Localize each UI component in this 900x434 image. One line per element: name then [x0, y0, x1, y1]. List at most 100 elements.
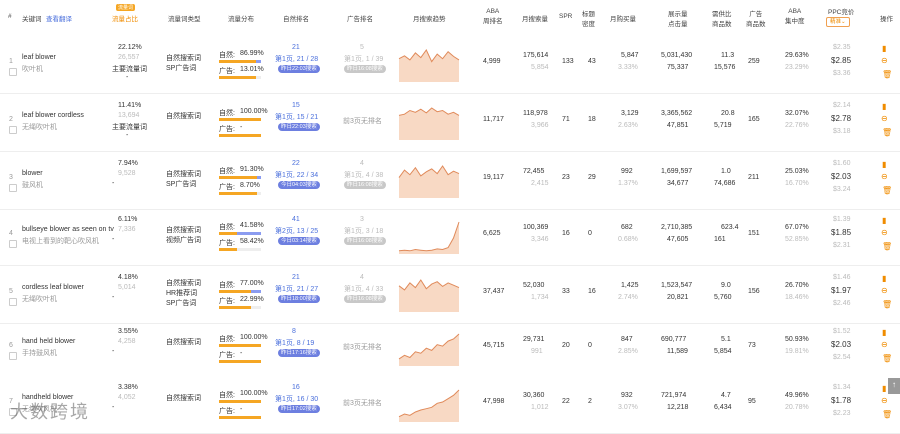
aba-concentration: 26.70%	[785, 282, 809, 289]
keyword-text[interactable]: leaf blower cordless	[22, 112, 84, 119]
ppc-mid: $1.78	[831, 396, 852, 405]
organic-rank-value[interactable]: 8	[292, 328, 296, 335]
organic-rank-value[interactable]: 15	[292, 102, 300, 109]
ad-rank-value[interactable]: 4	[360, 274, 364, 281]
spr-value: 23	[562, 174, 570, 181]
trash-icon[interactable]: 🗑	[882, 242, 892, 251]
row-checkbox[interactable]	[9, 68, 17, 76]
translate-link[interactable]: 查看翻译	[46, 13, 72, 23]
header-impressions[interactable]: 展示量 点击量	[668, 8, 688, 28]
ad-rank-value[interactable]: 3	[360, 216, 364, 223]
keyword-text[interactable]: hand held blower	[22, 338, 75, 345]
title-density: 0	[588, 230, 592, 237]
row-checkbox[interactable]	[9, 126, 17, 134]
trash-icon[interactable]: 🗑	[882, 186, 892, 195]
traffic-count: 9,528	[118, 170, 136, 177]
minus-circle-icon[interactable]: ⊖	[881, 286, 888, 295]
spr-value: 71	[562, 116, 570, 123]
chart-icon[interactable]: ▮	[882, 274, 886, 283]
keyword-text[interactable]: leaf blower	[22, 54, 56, 61]
header-ad-products[interactable]: 广告 商品数	[746, 8, 766, 28]
row-checkbox[interactable]	[9, 298, 17, 306]
product-count: 161	[714, 236, 726, 243]
monthly-search: 30,360	[523, 392, 545, 399]
header-trend: 月搜索趋势	[413, 16, 446, 23]
spr-value: 16	[562, 230, 570, 237]
keyword-text[interactable]: bullseye blower as seen on tv	[22, 226, 114, 233]
organic-pct: 91.30%	[240, 166, 264, 173]
organic-rank-value[interactable]: 21	[292, 274, 300, 281]
distribution-bar-secondary	[219, 248, 261, 251]
header-aba-rank[interactable]: ABA 周排名	[483, 8, 503, 25]
ad-rank-value[interactable]: 4	[360, 160, 364, 167]
row-checkbox[interactable]	[9, 184, 17, 192]
header-monthly-buy[interactable]: 月购买量	[610, 13, 636, 23]
impressions: 2,710,385	[661, 224, 693, 231]
header-distribution: 流量分布	[228, 16, 254, 23]
ad-pct: -	[240, 124, 243, 131]
aba-concentration: 32.07%	[785, 110, 809, 117]
ppc-high: $3.18	[833, 128, 851, 135]
keyword-text[interactable]: blower	[22, 170, 43, 177]
ppc-low: $1.39	[833, 216, 851, 223]
row-checkbox[interactable]	[9, 240, 17, 248]
aba-concentration-2: 52.85%	[785, 236, 809, 243]
chart-icon[interactable]: ▮	[882, 160, 886, 169]
header-monthly-search[interactable]: 月搜索量	[522, 13, 548, 23]
impressions: 690,777	[661, 336, 687, 343]
header-spr[interactable]: SPR	[559, 13, 572, 20]
organic-rank-value[interactable]: 41	[292, 216, 300, 223]
ad-products: 259	[748, 58, 760, 65]
keyword-type: 自然搜索词	[166, 395, 201, 402]
minus-circle-icon[interactable]: ⊖	[881, 172, 888, 181]
ad-label: 广告:	[219, 126, 235, 133]
traffic-tag: -	[112, 236, 115, 243]
organic-rank-value[interactable]: 21	[292, 44, 300, 51]
trend-sparkline	[398, 107, 460, 140]
chart-icon[interactable]: ▮	[882, 328, 886, 337]
aba-concentration: 49.96%	[785, 392, 809, 399]
minus-circle-icon[interactable]: ⊖	[881, 340, 888, 349]
row-index: 2	[9, 116, 13, 123]
chart-icon[interactable]: ▮	[882, 384, 886, 393]
header-supply-demand[interactable]: 需供比 商品数	[712, 8, 732, 28]
title-density: 16	[588, 288, 596, 295]
organic-rank-value[interactable]: 16	[292, 384, 300, 391]
row-checkbox[interactable]	[9, 352, 17, 360]
minus-circle-icon[interactable]: ⊖	[881, 228, 888, 237]
spr-value: 22	[562, 398, 570, 405]
clicks: 47,605	[667, 236, 689, 243]
minus-circle-icon[interactable]: ⊖	[881, 396, 888, 405]
header-ad-rank[interactable]: 广告排名	[347, 13, 373, 23]
header-traffic-share[interactable]: 流量占比	[112, 13, 138, 23]
chart-icon[interactable]: ▮	[882, 44, 886, 53]
trash-icon[interactable]: 🗑	[882, 128, 892, 137]
header-title-density[interactable]: 标题 密度	[582, 8, 595, 28]
distribution-bar	[219, 400, 261, 403]
ad-rank-detail: 前3页无排名	[343, 118, 382, 125]
header-organic-rank[interactable]: 自然排名	[283, 13, 309, 23]
ad-rank-detail: 第1页, 3 / 18	[344, 228, 384, 235]
minus-circle-icon[interactable]: ⊖	[881, 56, 888, 65]
header-keyword: 关键词	[22, 16, 42, 23]
trash-icon[interactable]: 🗑	[882, 300, 892, 309]
keyword-type: 自然搜索词	[166, 113, 201, 120]
keyword-text[interactable]: cordless leaf blower	[22, 284, 84, 291]
ppc-sort-dropdown[interactable]: 精准⌄	[826, 17, 850, 27]
trash-icon[interactable]: 🗑	[882, 70, 892, 79]
chart-icon[interactable]: ▮	[882, 216, 886, 225]
monthly-buy: 3,129	[621, 110, 639, 117]
minus-circle-icon[interactable]: ⊖	[881, 114, 888, 123]
ppc-high: $2.46	[833, 300, 851, 307]
trash-icon[interactable]: 🗑	[882, 410, 892, 419]
organic-rank-value[interactable]: 22	[292, 160, 300, 167]
trash-icon[interactable]: 🗑	[882, 354, 892, 363]
traffic-count: 7,336	[118, 226, 136, 233]
chart-icon[interactable]: ▮	[882, 102, 886, 111]
supply-demand: 5.1	[721, 336, 731, 343]
ad-rank-value[interactable]: 5	[360, 44, 364, 51]
header-aba-concentration[interactable]: ABA 集中度	[785, 8, 805, 25]
aba-concentration-2: 19.81%	[785, 348, 809, 355]
ppc-high: $3.24	[833, 186, 851, 193]
scroll-top-button[interactable]: ↑	[888, 378, 900, 394]
